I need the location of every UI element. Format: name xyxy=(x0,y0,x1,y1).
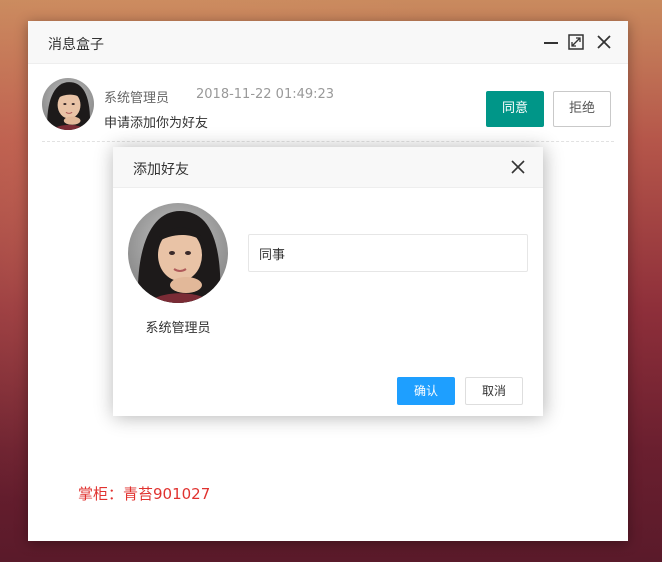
reject-button[interactable]: 拒绝 xyxy=(553,91,611,127)
minimize-icon[interactable] xyxy=(541,32,561,52)
dialog-title: 添加好友 xyxy=(133,162,189,178)
window-header: 消息盒子 xyxy=(28,21,628,64)
maximize-icon[interactable] xyxy=(566,32,586,52)
dialog-avatar xyxy=(128,203,228,303)
confirm-button[interactable]: 确认 xyxy=(397,377,455,405)
add-friend-dialog: 添加好友 系统管理员 确认 xyxy=(113,147,543,416)
friend-request-item: 系统管理员 2018-11-22 01:49:23 申请添加你为好友 同意 拒绝 xyxy=(42,77,614,142)
avatar[interactable] xyxy=(42,78,94,130)
close-icon[interactable] xyxy=(594,32,614,52)
remark-input[interactable] xyxy=(248,234,528,272)
dialog-header: 添加好友 xyxy=(113,147,543,188)
dialog-user-name: 系统管理员 xyxy=(145,321,211,336)
request-text: 申请添加你为好友 xyxy=(104,116,209,131)
dialog-close-icon[interactable] xyxy=(509,158,527,176)
request-time: 2018-11-22 01:49:23 xyxy=(196,87,335,102)
agree-button[interactable]: 同意 xyxy=(486,91,544,127)
window-title: 消息盒子 xyxy=(48,37,104,53)
footer-note: 掌柜：青苔901027 xyxy=(78,485,211,503)
sender-name: 系统管理员 xyxy=(104,91,170,106)
cancel-button[interactable]: 取消 xyxy=(465,377,523,405)
